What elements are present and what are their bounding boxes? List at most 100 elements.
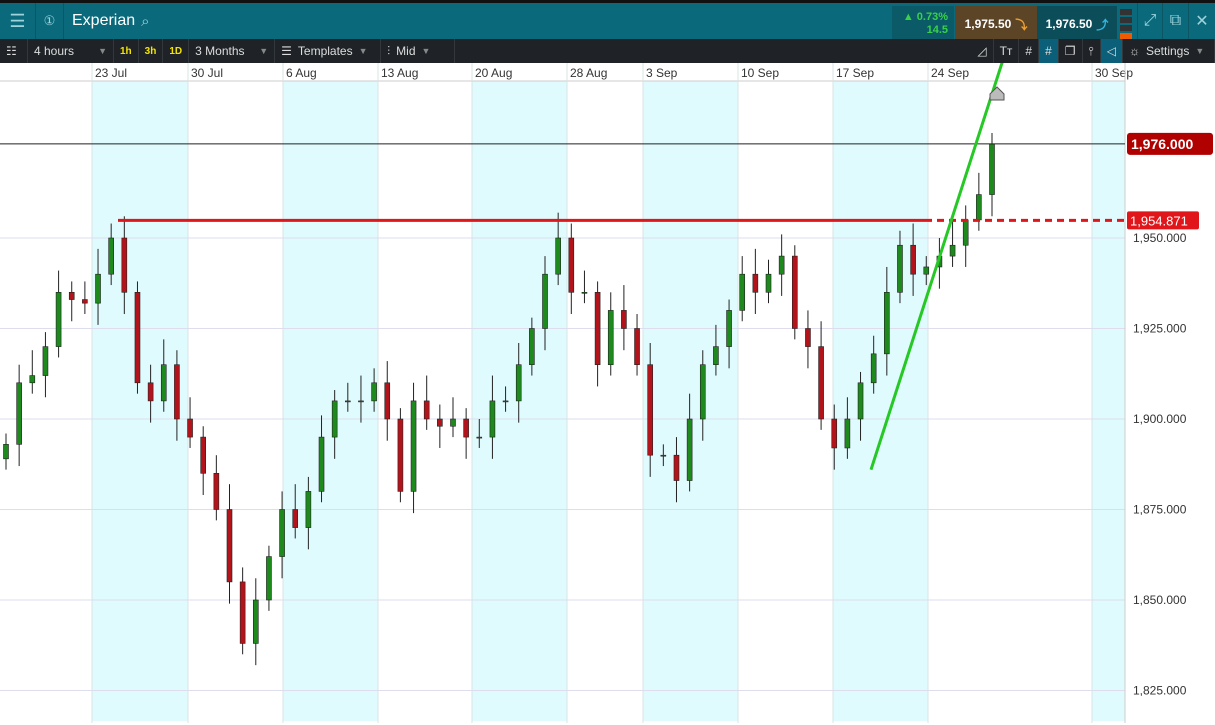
sell-button[interactable]: 1,975.50 ⤵ [955,6,1037,42]
search-icon[interactable]: ⌕ [141,13,149,30]
menu-icon[interactable]: ☰ [0,3,36,39]
x-tick-label: 30 Sep [1095,66,1133,80]
range-select[interactable]: 3 Months ▼ [189,39,276,63]
candle-body [252,599,259,644]
quick-3h[interactable]: 3h [139,39,164,63]
templates-icon: ☰ [281,44,292,58]
crosshair-draw-icon[interactable]: # [1039,39,1059,63]
price-type-select[interactable]: ⫶ Mid ▼ [381,39,456,63]
candle-body [29,375,36,384]
candle-body [450,418,456,427]
buy-button[interactable]: 1,976.50 ⤴ [1037,6,1117,42]
weekend-band [92,81,188,721]
close-icon[interactable]: ✕ [1189,3,1215,39]
candle-body [870,353,877,384]
y-tick-label: 1,950.000 [1133,231,1187,245]
candle-body [634,328,640,366]
candle-body [3,444,9,460]
candles-icon: ⫶ [387,43,391,58]
candle-body [555,237,561,275]
candle-body [647,364,653,456]
candle-body [437,418,443,427]
templates-select[interactable]: ☰ Templates ▼ [275,39,382,63]
price-chart[interactable]: 23 Jul 30 Jul 6 Aug 13 Aug 20 Aug 28 Aug 3 Sep… [0,63,1215,725]
candle-body [266,556,272,601]
candle-body [463,418,469,438]
instrument-title[interactable]: Experian [64,12,135,30]
candle-body [121,237,128,293]
layers-icon[interactable]: ❐ [1059,39,1083,63]
y-tick-label: 1,875.000 [1133,503,1187,517]
candle-body [515,364,522,402]
chart-toolbar: ☷ 4 hours ▼ 1h 3h 1D 3 Months ▼ ☰ Templates… [0,39,1215,63]
x-tick-label: 10 Sep [741,66,779,80]
candle-body [699,364,706,420]
candle-body [949,244,956,257]
list-icon[interactable]: ☷ [0,39,28,63]
candle-body [82,299,88,304]
candle-body [739,273,746,311]
candle-body [200,436,206,474]
header-bar: ☰ ① Experian ⌕ ▲ 0.73% 14.5 1,975.50 ⤵ 1,9… [0,0,1215,42]
resistance-label: 1,954.871 [1130,213,1188,228]
candle-body [55,292,62,347]
weekend-band [643,81,738,721]
candle-body [489,400,496,438]
candle-body [384,382,391,420]
popout-icon[interactable]: ⧉ [1163,3,1189,39]
candle-body [226,509,233,583]
x-tick-label: 6 Aug [286,66,317,80]
candle-body [174,364,180,420]
candle-body [831,418,838,449]
grid-icon[interactable]: # [1019,39,1040,63]
candle-body [660,454,667,457]
candle-body [371,382,377,402]
candle-body [976,194,982,221]
x-tick-label: 28 Aug [570,66,607,80]
candle-body [42,346,49,376]
candle-body [239,581,246,644]
text-tool-icon[interactable]: Tт [994,39,1020,63]
settings-button[interactable]: ☼ Settings ▼ [1123,39,1215,63]
candle-body [331,400,338,438]
up-arrow-icon: ⤴ [1096,17,1109,32]
candle-body [884,292,890,355]
candle-body [410,400,417,492]
x-tick-label: 23 Jul [95,66,127,80]
candle-body [897,244,903,293]
candle-body [818,346,824,420]
quick-1d[interactable]: 1D [163,39,190,63]
candle-body [805,328,811,347]
x-tick-label: 20 Aug [475,66,512,80]
y-tick-label: 1,900.000 [1133,412,1187,426]
workspace-1-icon[interactable]: ① [36,3,64,39]
candle-body [778,255,785,275]
candle-body [568,237,575,293]
candle-body [187,418,193,438]
label-icon[interactable]: ◁ [1100,39,1123,63]
current-price-label: 1,976.000 [1131,136,1193,152]
weekend-band [1092,81,1125,721]
candle-body [108,237,114,275]
candle-body [318,436,325,492]
candle-body [581,292,588,294]
candle-body [594,292,601,366]
candle-body [345,400,351,403]
expand-icon[interactable]: ⤢ [1137,3,1163,39]
candle-body [134,292,141,384]
candle-body [147,382,154,402]
candle-body [844,418,851,449]
draw-tool-icon[interactable]: ◿ [971,39,994,63]
candle-body [791,255,798,329]
candle-body [752,273,759,293]
x-tick-label: 30 Jul [191,66,223,80]
indicator-icon[interactable]: ⫯ [1083,39,1101,63]
candle-body [423,400,430,420]
interval-select[interactable]: 4 hours ▼ [28,39,114,63]
candle-body [502,400,509,403]
quick-1h[interactable]: 1h [114,39,139,63]
candle-body [765,273,772,293]
candle-body [397,418,404,492]
gear-icon: ☼ [1129,44,1140,58]
candle-body [476,436,483,439]
